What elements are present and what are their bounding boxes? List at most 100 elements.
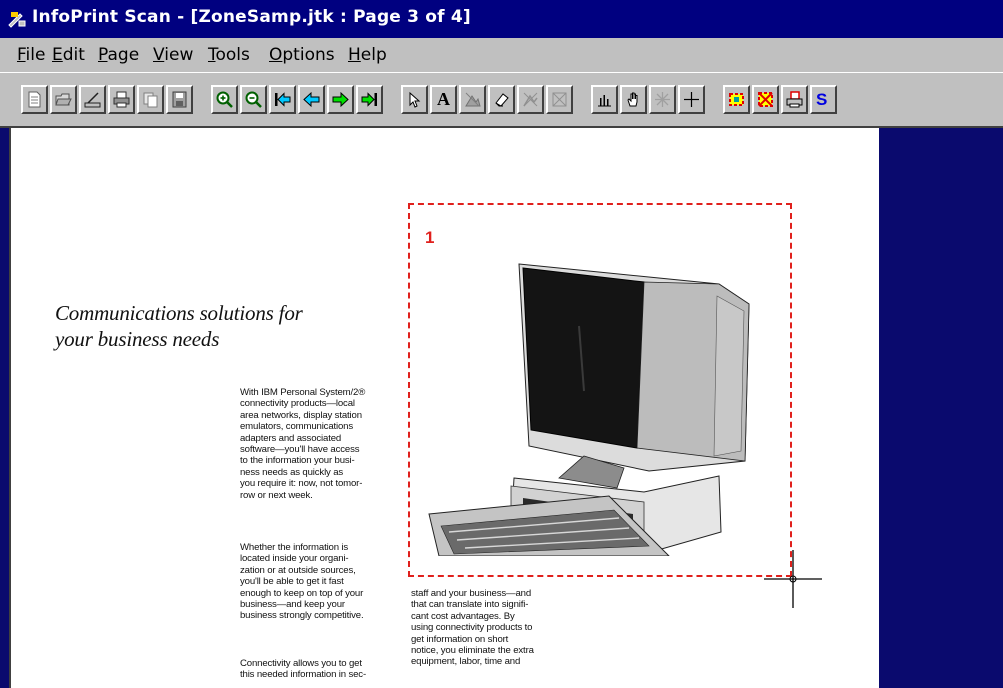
auto-zone-button[interactable] — [723, 85, 750, 114]
text-line: business—and keep your — [240, 599, 345, 611]
column-1-paragraph-2: Whether the information is located insid… — [240, 542, 364, 622]
text-zone-button[interactable]: A — [430, 85, 457, 114]
menu-view[interactable]: View — [153, 45, 193, 65]
open-button[interactable] — [50, 85, 77, 114]
menu-page[interactable]: Page — [98, 45, 139, 65]
deskew-button[interactable] — [649, 85, 676, 114]
workspace: Communications solutions for your busine… — [0, 126, 1003, 688]
text-line: Whether the information is — [240, 542, 349, 553]
text-line: located inside your organi- — [240, 553, 349, 565]
select-tool-button[interactable] — [401, 85, 428, 114]
histogram-button[interactable] — [591, 85, 618, 114]
menu-mnemonic: V — [153, 45, 165, 65]
text-line: you require it: now, not tomor- — [240, 478, 363, 490]
previous-page-button[interactable] — [298, 85, 325, 114]
select-arrow-icon — [409, 91, 421, 108]
text-line: equipment, labor, time and — [411, 656, 521, 668]
deskew-icon — [655, 92, 670, 107]
column-2-paragraph: staff and your business—and that can tra… — [411, 588, 534, 668]
column-1-paragraph-1: With IBM Personal System/2® connectivity… — [240, 387, 365, 501]
hand-pan-button[interactable] — [620, 85, 647, 114]
crosshair-cursor-icon — [764, 550, 822, 608]
zone-frame[interactable] — [408, 203, 792, 577]
text-line: cant cost advantages. By — [411, 610, 515, 622]
text-line: get information on short — [411, 633, 509, 645]
new-document-button[interactable] — [21, 85, 48, 114]
print-button[interactable] — [108, 85, 135, 114]
menu-label-rest: iew — [164, 45, 194, 65]
menu-label-rest: age — [107, 45, 140, 65]
menu-help[interactable]: Help — [348, 45, 387, 65]
menu-label-rest: ile — [25, 45, 46, 65]
text-line: you'll be able to get it fast — [240, 576, 344, 588]
menu-mnemonic: O — [269, 45, 283, 65]
scan-icon — [84, 92, 101, 108]
crosshair-icon — [684, 92, 699, 107]
eraser-icon — [495, 93, 509, 107]
crosshair-button[interactable] — [678, 85, 705, 114]
text-line: adapters and associated — [240, 432, 342, 444]
text-line: enough to keep on top of your — [240, 587, 364, 599]
menu-label-rest: dit — [62, 45, 85, 65]
copy-page-button[interactable] — [137, 85, 164, 114]
copy-page-icon — [143, 92, 158, 108]
clear-zones-button[interactable] — [546, 85, 573, 114]
recognize-button[interactable] — [781, 85, 808, 114]
last-page-button[interactable] — [356, 85, 383, 114]
histogram-icon — [598, 95, 611, 107]
first-page-icon — [275, 92, 291, 107]
text-line: With IBM Personal System/2® — [240, 387, 366, 398]
menu-label-rest: elp — [360, 45, 387, 65]
menu-mnemonic: E — [52, 45, 63, 65]
spell-check-button[interactable]: S — [810, 85, 837, 114]
remove-zones-button[interactable] — [752, 85, 779, 114]
text-line: this needed information in sec- — [240, 669, 367, 681]
menu-label-rest: ptions — [282, 45, 335, 65]
menu-mnemonic: F — [17, 45, 26, 65]
text-line: connectivity products—local — [240, 398, 355, 410]
zone-number: 1 — [425, 228, 435, 247]
print-icon — [113, 91, 130, 108]
text-line: ness needs as quickly as — [240, 466, 344, 478]
spell-check-icon: S — [816, 89, 828, 109]
next-page-icon — [332, 91, 349, 108]
text-line: business strongly competitive. — [240, 610, 364, 622]
page-view[interactable]: Communications solutions for your busine… — [9, 128, 879, 688]
next-page-button[interactable] — [327, 85, 354, 114]
first-page-button[interactable] — [269, 85, 296, 114]
zoom-in-icon — [216, 91, 233, 108]
text-zone-icon: A — [437, 89, 450, 109]
menu-edit[interactable]: Edit — [52, 45, 85, 65]
menu-bar: File Edit Page View Tools Options Help — [0, 38, 1003, 72]
delete-zone-icon — [523, 92, 538, 107]
delete-zone-button[interactable] — [517, 85, 544, 114]
menu-options[interactable]: Options — [269, 45, 335, 65]
app-scanner-icon[interactable] — [8, 10, 26, 28]
text-line: notice, you eliminate the extra — [411, 645, 534, 657]
auto-zone-icon — [729, 93, 744, 106]
menu-tools[interactable]: Tools — [208, 45, 250, 65]
text-line: emulators, communications — [240, 421, 354, 433]
menu-file[interactable]: File — [17, 45, 45, 65]
headline-line: Communications solutions for — [55, 301, 303, 325]
text-line: area networks, display station — [240, 409, 362, 421]
last-page-icon — [361, 92, 377, 107]
scan-button[interactable] — [79, 85, 106, 114]
save-button[interactable] — [166, 85, 193, 114]
text-line: using connectivity products to — [411, 622, 533, 634]
title-bar: InfoPrint Scan - [ZoneSamp.jtk : Page 3 … — [0, 0, 1003, 38]
text-line: to the information your busi- — [240, 455, 355, 467]
menu-mnemonic: T — [208, 45, 216, 65]
eraser-button[interactable] — [488, 85, 515, 114]
recognize-icon — [786, 91, 803, 108]
column-1-paragraph-3: Connectivity allows you to get this need… — [240, 658, 366, 681]
text-line: Connectivity allows you to get — [240, 658, 362, 669]
text-line: staff and your business—and — [411, 588, 532, 599]
menu-label-rest: ools — [215, 45, 250, 65]
previous-page-icon — [303, 91, 320, 108]
text-line: that can translate into signifi- — [411, 599, 529, 611]
zoom-out-button[interactable] — [240, 85, 267, 114]
graphic-zone-button[interactable] — [459, 85, 486, 114]
window-title: InfoPrint Scan - [ZoneSamp.jtk : Page 3 … — [32, 7, 471, 27]
zoom-in-button[interactable] — [211, 85, 238, 114]
